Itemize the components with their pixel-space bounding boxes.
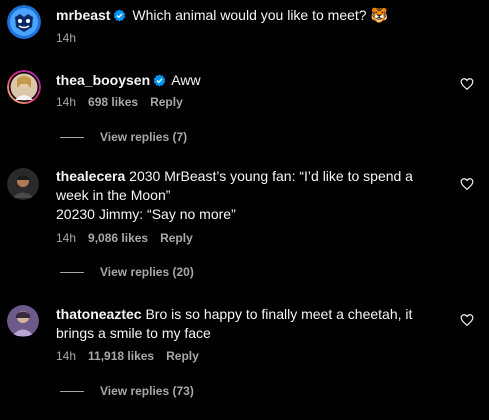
caption-text: Which animal would you like to meet? xyxy=(132,7,367,23)
view-replies-label: View replies (73) xyxy=(100,384,194,398)
view-replies-button[interactable]: View replies (20) xyxy=(60,265,194,279)
caption-username[interactable]: mrbeast xyxy=(56,7,110,23)
comment-text-line2: 20230 Jimmy: “Say no more” xyxy=(56,206,236,222)
view-replies-line xyxy=(60,136,84,138)
verified-badge-icon xyxy=(113,8,126,27)
avatar-thea-booysen[interactable] xyxy=(7,70,41,104)
view-replies-line xyxy=(60,390,84,392)
comment-time: 14h xyxy=(56,95,77,109)
comment-meta: 14h 9,086 likes Reply xyxy=(56,231,205,245)
view-replies-label: View replies (7) xyxy=(100,130,188,144)
comment-username[interactable]: thealecera xyxy=(56,168,125,184)
view-replies-label: View replies (20) xyxy=(100,265,194,279)
comment-time: 14h xyxy=(56,231,77,245)
reply-button[interactable]: Reply xyxy=(160,231,193,245)
comment-body: thea_booysen Aww xyxy=(56,71,449,92)
reply-button[interactable]: Reply xyxy=(150,95,183,109)
avatar-mrbeast[interactable] xyxy=(7,5,41,39)
tiger-emoji: 🐯 xyxy=(370,7,388,23)
comment-time: 14h xyxy=(56,349,77,363)
comment-username[interactable]: thatoneaztec xyxy=(56,306,142,322)
comment-body: thatoneaztec Bro is so happy to finally … xyxy=(56,305,449,343)
comment-likes[interactable]: 9,086 likes xyxy=(88,231,148,245)
reply-button[interactable]: Reply xyxy=(166,349,199,363)
comment-meta: 14h 698 likes Reply xyxy=(56,95,195,109)
comment-text: Aww xyxy=(171,72,201,88)
comment-meta: 14h 11,918 likes Reply xyxy=(56,349,211,363)
comment-body: thealecera 2030 MrBeast’s young fan: “I’… xyxy=(56,167,449,224)
view-replies-button[interactable]: View replies (73) xyxy=(60,384,194,398)
caption-time: 14h xyxy=(56,31,77,45)
comment-likes[interactable]: 11,918 likes xyxy=(88,349,154,363)
heart-icon[interactable] xyxy=(460,313,474,327)
caption-meta: 14h xyxy=(56,31,88,45)
comment-username[interactable]: thea_booysen xyxy=(56,72,150,88)
avatar-thealecera[interactable] xyxy=(7,168,39,200)
view-replies-button[interactable]: View replies (7) xyxy=(60,130,187,144)
heart-icon[interactable] xyxy=(460,177,474,191)
verified-badge-icon xyxy=(153,73,166,92)
comment-likes[interactable]: 698 likes xyxy=(88,95,138,109)
avatar-thatoneaztec[interactable] xyxy=(7,305,39,337)
view-replies-line xyxy=(60,271,84,273)
heart-icon[interactable] xyxy=(460,77,474,91)
caption-body: mrbeast Which animal would you like to m… xyxy=(56,6,449,27)
